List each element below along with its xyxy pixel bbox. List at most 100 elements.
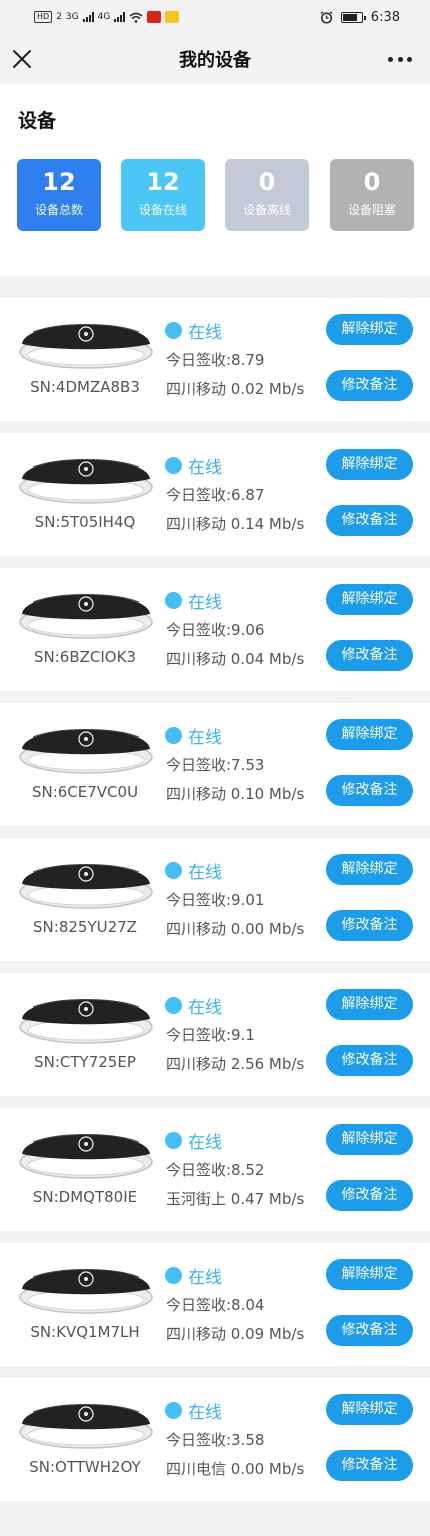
today-sign-in: 今日签收:8.79 <box>166 351 265 369</box>
device-serial-number: SN:DMQT80IE <box>32 1188 138 1206</box>
device-card[interactable]: SN:6BZCIOK3 在线 今日签收:9.06 四川移动 0.04 Mb/s … <box>0 568 430 691</box>
stat-value: 0 <box>363 168 381 196</box>
stat-offline-devices[interactable]: 0 设备离线 <box>225 159 309 231</box>
edit-remark-button[interactable]: 修改备注 <box>326 1315 413 1346</box>
section-title: 设备 <box>18 110 57 132</box>
today-sign-in: 今日签收:3.58 <box>166 1431 265 1449</box>
device-status: 在线 <box>165 1263 222 1288</box>
clock: 6:38 <box>370 9 400 25</box>
edit-remark-button[interactable]: 修改备注 <box>326 775 413 806</box>
notification-app-icon-2 <box>165 11 180 23</box>
stat-value: 0 <box>258 168 276 196</box>
online-status-dot <box>165 592 182 609</box>
unbind-button[interactable]: 解除绑定 <box>326 1394 413 1425</box>
device-card[interactable]: SN:CTY725EP 在线 今日签收:9.1 四川移动 2.56 Mb/s 解… <box>0 973 430 1096</box>
stat-value: 12 <box>146 168 180 196</box>
edit-remark-button[interactable]: 修改备注 <box>326 505 413 536</box>
unbind-button[interactable]: 解除绑定 <box>326 1259 413 1290</box>
battery-icon <box>340 11 366 23</box>
edit-remark-button[interactable]: 修改备注 <box>326 910 413 941</box>
network-type-2: 4G <box>97 12 111 22</box>
device-status: 在线 <box>165 588 222 613</box>
device-summary: 设备 12 设备总数 12 设备在线 0 设备离线 0 设备阻塞 <box>0 84 430 276</box>
device-card[interactable]: SN:DMQT80IE 在线 今日签收:8.52 玉河街上 0.47 Mb/s … <box>0 1108 430 1231</box>
stat-value: 12 <box>42 168 76 196</box>
unbind-button[interactable]: 解除绑定 <box>326 989 413 1020</box>
status-bar-indicators: HD 2 3G 4G <box>34 11 180 23</box>
stat-total-devices[interactable]: 12 设备总数 <box>17 159 101 231</box>
unbind-button[interactable]: 解除绑定 <box>326 1124 413 1155</box>
signal-icon <box>82 12 94 22</box>
isp-and-speed: 四川移动 0.02 Mb/s <box>166 380 305 398</box>
edit-remark-button[interactable]: 修改备注 <box>326 1450 413 1481</box>
router-device-image <box>19 324 153 369</box>
device-status: 在线 <box>165 723 222 748</box>
status-label: 在线 <box>188 863 222 883</box>
unbind-button[interactable]: 解除绑定 <box>326 314 413 345</box>
isp-and-speed: 四川移动 0.14 Mb/s <box>166 515 305 533</box>
alarm-icon <box>320 10 333 24</box>
edit-remark-button[interactable]: 修改备注 <box>326 370 413 401</box>
device-status: 在线 <box>165 1128 222 1153</box>
stat-blocked-devices[interactable]: 0 设备阻塞 <box>330 159 414 231</box>
stat-label: 设备在线 <box>138 203 187 217</box>
device-status: 在线 <box>165 453 222 478</box>
isp-and-speed: 四川移动 2.56 Mb/s <box>166 1055 305 1073</box>
wifi-icon <box>129 12 143 23</box>
status-label: 在线 <box>188 458 222 478</box>
status-bar: HD 2 3G 4G 6:38 <box>0 0 430 34</box>
stat-label: 设备阻塞 <box>347 203 396 217</box>
stat-label: 设备总数 <box>34 203 83 217</box>
device-list: SN:4DMZA8B3 在线 今日签收:8.79 四川移动 0.02 Mb/s … <box>0 298 430 1513</box>
status-label: 在线 <box>188 1403 222 1423</box>
isp-and-speed: 四川移动 0.00 Mb/s <box>166 920 305 938</box>
status-label: 在线 <box>188 728 222 748</box>
device-card[interactable]: SN:6CE7VC0U 在线 今日签收:7.53 四川移动 0.10 Mb/s … <box>0 703 430 826</box>
device-card[interactable]: SN:5T05IH4Q 在线 今日签收:6.87 四川移动 0.14 Mb/s … <box>0 433 430 556</box>
today-sign-in: 今日签收:9.06 <box>166 621 265 639</box>
unbind-button[interactable]: 解除绑定 <box>326 719 413 750</box>
close-icon[interactable] <box>10 47 34 71</box>
unbind-button[interactable]: 解除绑定 <box>326 854 413 885</box>
online-status-dot <box>165 457 182 474</box>
isp-and-speed: 四川移动 0.04 Mb/s <box>166 650 305 668</box>
edit-remark-button[interactable]: 修改备注 <box>326 640 413 671</box>
unbind-button[interactable]: 解除绑定 <box>326 449 413 480</box>
today-sign-in: 今日签收:6.87 <box>166 486 265 504</box>
device-card[interactable]: SN:OTTWH2OY 在线 今日签收:3.58 四川电信 0.00 Mb/s … <box>0 1378 430 1501</box>
device-card[interactable]: SN:4DMZA8B3 在线 今日签收:8.79 四川移动 0.02 Mb/s … <box>0 298 430 421</box>
stat-online-devices[interactable]: 12 设备在线 <box>121 159 205 231</box>
notification-app-icon <box>147 11 162 23</box>
router-device-image <box>19 864 153 909</box>
edit-remark-button[interactable]: 修改备注 <box>326 1180 413 1211</box>
sim-slot: 2 <box>56 12 62 22</box>
navigation-bar: 我的设备 <box>0 34 430 84</box>
today-sign-in: 今日签收:7.53 <box>166 756 265 774</box>
isp-and-speed: 四川移动 0.10 Mb/s <box>166 785 305 803</box>
online-status-dot <box>165 1132 182 1149</box>
signal-icon-2 <box>114 12 126 22</box>
online-status-dot <box>165 727 182 744</box>
unbind-button[interactable]: 解除绑定 <box>326 584 413 615</box>
device-serial-number: SN:KVQ1M7LH <box>30 1323 140 1341</box>
online-status-dot <box>165 1267 182 1284</box>
status-label: 在线 <box>188 593 222 613</box>
router-device-image <box>19 1269 153 1314</box>
more-options-icon[interactable] <box>388 48 412 70</box>
status-label: 在线 <box>188 998 222 1018</box>
device-serial-number: SN:6CE7VC0U <box>31 783 139 801</box>
device-serial-number: SN:CTY725EP <box>34 1053 136 1071</box>
page-title: 我的设备 <box>179 50 251 71</box>
device-status: 在线 <box>165 1398 222 1423</box>
device-card[interactable]: SN:825YU27Z 在线 今日签收:9.01 四川移动 0.00 Mb/s … <box>0 838 430 961</box>
device-serial-number: SN:6BZCIOK3 <box>34 648 136 666</box>
today-sign-in: 今日签收:9.1 <box>166 1026 255 1044</box>
today-sign-in: 今日签收:8.04 <box>166 1296 265 1314</box>
hd-badge: HD <box>34 11 53 23</box>
status-label: 在线 <box>188 1268 222 1288</box>
online-status-dot <box>165 1402 182 1419</box>
device-status: 在线 <box>165 318 222 343</box>
device-card[interactable]: SN:KVQ1M7LH 在线 今日签收:8.04 四川移动 0.09 Mb/s … <box>0 1243 430 1366</box>
router-device-image <box>19 1134 153 1179</box>
edit-remark-button[interactable]: 修改备注 <box>326 1045 413 1076</box>
